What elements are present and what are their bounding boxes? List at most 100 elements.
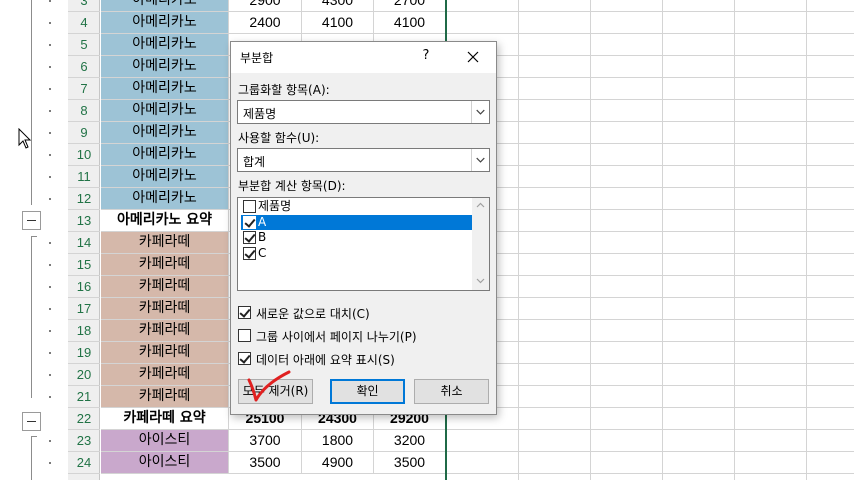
row-gridline xyxy=(445,407,854,408)
red-checkmark-annotation xyxy=(247,370,291,402)
row-header[interactable]: 13 xyxy=(68,210,100,232)
row-header[interactable]: 16 xyxy=(68,276,100,298)
product-cell[interactable]: 아이스티 xyxy=(101,430,229,452)
row-gridline xyxy=(445,319,854,320)
product-cell[interactable]: 아메리카노 요약 xyxy=(101,210,229,232)
row-header[interactable]: 4 xyxy=(68,12,100,34)
row-header[interactable]: 15 xyxy=(68,254,100,276)
row-header[interactable]: 22 xyxy=(68,408,100,430)
product-cell[interactable]: 아이스티 xyxy=(101,452,229,474)
product-cell[interactable]: 아메리카노 xyxy=(101,78,229,100)
product-cell[interactable]: 카페라떼 xyxy=(101,386,229,408)
row-gridline xyxy=(445,473,854,474)
checkbox-box[interactable] xyxy=(243,200,256,213)
row-header[interactable]: 12 xyxy=(68,188,100,210)
close-icon[interactable] xyxy=(462,47,484,67)
value-cell-a[interactable]: 3700 xyxy=(229,430,302,452)
row-headers: 3 4 5 6 7 8 9 10 11 12 13 14 15 16 17 18 19 20 21 22 23 24 xyxy=(68,0,100,480)
product-cell[interactable]: 카페라떼 xyxy=(101,342,229,364)
value-cell-c[interactable]: 3200 xyxy=(374,430,446,452)
value-cell-c[interactable]: 2700 xyxy=(374,0,446,12)
value-cell-c[interactable]: 4100 xyxy=(374,12,446,34)
row-gridline xyxy=(445,275,854,276)
collapse-group-button[interactable] xyxy=(22,211,41,230)
value-cell-a[interactable]: 2400 xyxy=(229,12,302,34)
row-header[interactable]: 6 xyxy=(68,56,100,78)
outline-detail-dot xyxy=(49,264,51,266)
outline-detail-dot xyxy=(49,396,51,398)
value-cell-a[interactable]: 2900 xyxy=(229,0,302,12)
row-header[interactable]: 5 xyxy=(68,34,100,56)
help-button[interactable]: ? xyxy=(418,48,434,63)
row-header[interactable]: 14 xyxy=(68,232,100,254)
row-header[interactable]: 23 xyxy=(68,430,100,452)
column-gridline xyxy=(662,0,663,480)
product-cell[interactable]: 아메리카노 xyxy=(101,0,229,12)
subtotal-field-item[interactable]: A xyxy=(241,214,472,230)
subtotal-field-label: C xyxy=(258,245,267,260)
outline-tick xyxy=(31,236,37,237)
chevron-down-icon xyxy=(471,149,485,171)
product-cell[interactable]: 아메리카노 xyxy=(101,166,229,188)
chevron-down-icon xyxy=(471,101,485,123)
row-header[interactable]: 18 xyxy=(68,320,100,342)
value-cell-b[interactable]: 4900 xyxy=(302,452,374,474)
subtotal-field-item[interactable]: C xyxy=(241,246,472,261)
row-header[interactable]: 11 xyxy=(68,166,100,188)
checkbox-box[interactable] xyxy=(238,352,251,365)
row-gridline xyxy=(445,341,854,342)
checkbox-box[interactable] xyxy=(238,329,251,342)
row-header[interactable]: 17 xyxy=(68,298,100,320)
row-header[interactable]: 19 xyxy=(68,342,100,364)
dialog-titlebar[interactable]: 부분합 ? xyxy=(231,42,496,73)
value-cell-a[interactable]: 3500 xyxy=(229,452,302,474)
value-cell-c[interactable]: 3500 xyxy=(374,452,446,474)
checkbox-box[interactable] xyxy=(243,246,256,260)
checkbox-box[interactable] xyxy=(238,306,251,319)
value-cell-b[interactable]: 4300 xyxy=(302,0,374,12)
value-cell-b[interactable]: 1800 xyxy=(302,430,374,452)
function-select[interactable]: 합계 xyxy=(237,148,490,172)
row-gridline xyxy=(445,77,854,78)
product-cell[interactable]: 아메리카노 xyxy=(101,100,229,122)
cancel-button[interactable]: 취소 xyxy=(414,379,489,404)
product-cell[interactable]: 카페라떼 xyxy=(101,254,229,276)
product-cell[interactable]: 아메리카노 xyxy=(101,122,229,144)
subtotal-field-item[interactable]: B xyxy=(241,230,472,245)
subtotal-field-item[interactable]: 제품명 xyxy=(241,199,472,214)
row-gridline xyxy=(445,143,854,144)
scroll-up-icon[interactable] xyxy=(476,202,485,208)
product-cell[interactable]: 아메리카노 xyxy=(101,34,229,56)
product-cell[interactable]: 아메리카노 xyxy=(101,56,229,78)
ok-button[interactable]: 확인 xyxy=(330,379,405,404)
row-header[interactable]: 9 xyxy=(68,122,100,144)
checkbox-box[interactable] xyxy=(243,231,256,244)
subtotal-fields-list[interactable]: 제품명 A B C xyxy=(237,197,490,291)
value-cell-b[interactable]: 4100 xyxy=(302,12,374,34)
product-cell[interactable]: 카페라떼 요약 xyxy=(101,408,229,430)
group-by-select[interactable]: 제품명 xyxy=(237,100,490,124)
list-scrollbar[interactable] xyxy=(472,198,489,290)
row-header[interactable]: 3 xyxy=(68,0,100,12)
checkbox-box[interactable] xyxy=(243,215,256,229)
product-cell[interactable]: 카페라떼 xyxy=(101,276,229,298)
row-header[interactable]: 10 xyxy=(68,144,100,166)
product-cell[interactable]: 카페라떼 xyxy=(101,320,229,342)
product-cell[interactable]: 카페라떼 xyxy=(101,232,229,254)
column-gridline xyxy=(518,0,519,480)
product-cell[interactable]: 아메리카노 xyxy=(101,144,229,166)
page-break-label: 그룹 사이에서 페이지 나누기(P) xyxy=(256,330,417,344)
column-gridline xyxy=(590,0,591,480)
row-header[interactable]: 24 xyxy=(68,452,100,474)
row-header[interactable]: 8 xyxy=(68,100,100,122)
collapse-group-button[interactable] xyxy=(22,412,41,431)
outline-detail-dot xyxy=(49,44,51,46)
product-cell[interactable]: 카페라떼 xyxy=(101,298,229,320)
product-cell[interactable]: 아메리카노 xyxy=(101,12,229,34)
scroll-down-icon[interactable] xyxy=(476,278,485,284)
product-cell[interactable]: 아메리카노 xyxy=(101,188,229,210)
product-cell[interactable]: 카페라떼 xyxy=(101,364,229,386)
row-header[interactable]: 7 xyxy=(68,78,100,100)
row-header[interactable]: 20 xyxy=(68,364,100,386)
row-header[interactable]: 21 xyxy=(68,386,100,408)
